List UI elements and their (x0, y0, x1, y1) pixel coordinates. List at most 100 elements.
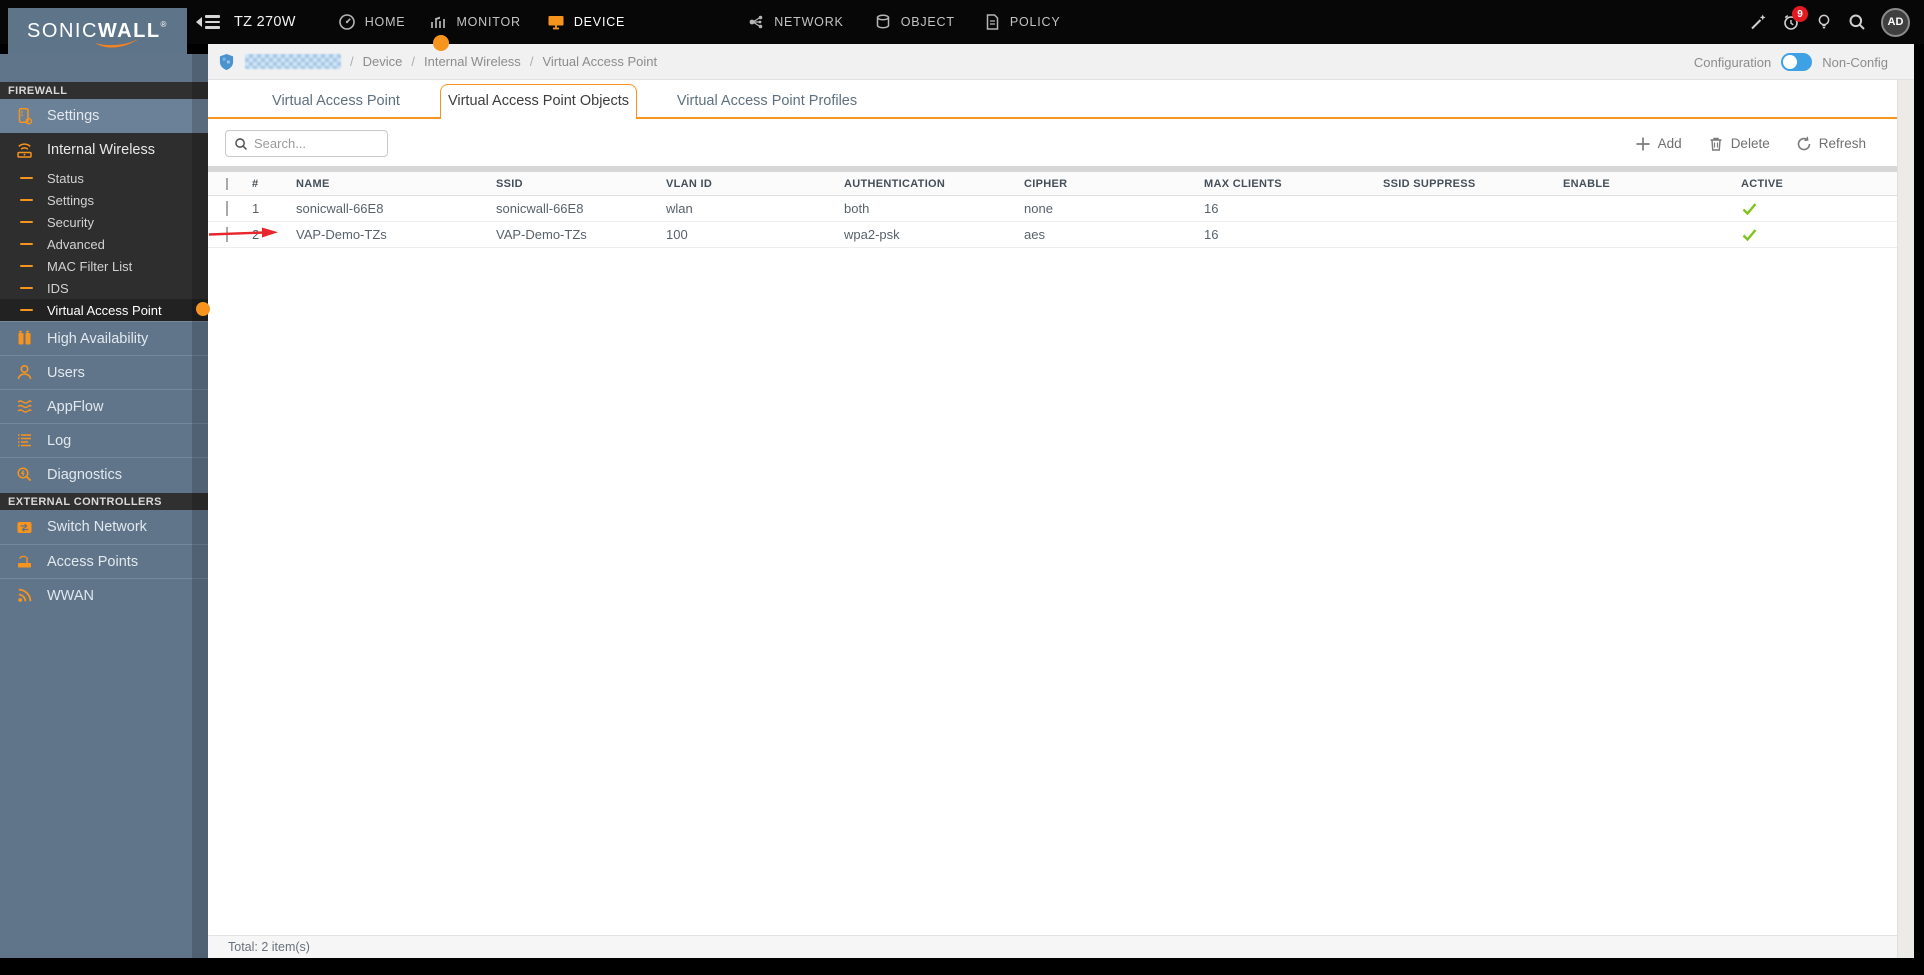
sidebar-item-mac-filter-list[interactable]: MAC Filter List (0, 255, 208, 277)
search-box (225, 130, 388, 157)
sidebar-item-wireless-settings[interactable]: Settings (0, 189, 208, 211)
main-content: Virtual Access Point Groups Virtual Acce… (208, 80, 1914, 958)
col-header-enable: ENABLE (1563, 177, 1611, 190)
log-icon (18, 434, 31, 447)
cell-cipher: none (1024, 201, 1053, 216)
cell-vlan-id: wlan (666, 201, 693, 216)
firewall-model-label: TZ 270W (234, 14, 296, 30)
dash-icon (20, 286, 33, 290)
active-check-icon (1742, 229, 1757, 242)
sidebar-section-firewall: FIREWALL (0, 82, 208, 99)
sonicwall-logo: SONICWALL® (8, 8, 187, 54)
breadcrumb-internal-wireless[interactable]: Internal Wireless (424, 54, 521, 69)
cell-max-clients: 16 (1204, 201, 1219, 216)
dash-icon (20, 220, 33, 224)
internal-wireless-icon (17, 142, 32, 158)
table-row[interactable]: 2 VAP-Demo-TZs VAP-Demo-TZs 100 wpa2-psk… (208, 222, 1897, 248)
network-icon (749, 15, 763, 29)
monitor-icon (431, 16, 446, 28)
sidebar-item-ids[interactable]: IDS (0, 277, 208, 299)
high-availability-icon (18, 330, 31, 345)
setup-wizard-icon[interactable] (1749, 13, 1767, 31)
dash-icon (20, 264, 33, 268)
sidebar-item-switch-network[interactable]: Switch Network (0, 510, 208, 544)
nav-item-object[interactable]: OBJECT (874, 13, 955, 31)
sidebar-item-internal-wireless[interactable]: Internal Wireless (0, 133, 208, 167)
tab-virtual-access-point-profiles[interactable]: Virtual Access Point Profiles (667, 84, 867, 119)
row-checkbox[interactable] (226, 227, 228, 242)
config-mode-toggle[interactable] (1781, 53, 1813, 71)
total-items-label: Total: 2 item(s) (228, 940, 310, 954)
add-button[interactable]: Add (1635, 136, 1682, 152)
nonconfig-label: Non-Config (1822, 54, 1888, 70)
settings-server-icon (18, 107, 33, 125)
sidebar-item-high-availability[interactable]: High Availability (0, 321, 208, 355)
col-header-vlan-id: VLAN ID (666, 177, 713, 190)
hamburger-icon (205, 15, 220, 29)
col-header-max-clients: MAX CLIENTS (1204, 177, 1282, 190)
col-header-cipher: CIPHER (1024, 177, 1068, 190)
refresh-button[interactable]: Refresh (1796, 136, 1866, 152)
table-header-row: # NAME SSID VLAN ID AUTHENTICATION CIPHE… (208, 172, 1897, 196)
nav-item-home[interactable]: HOME (338, 13, 406, 31)
vertical-scrollbar[interactable] (1897, 80, 1914, 958)
home-icon (338, 14, 355, 30)
nav-item-network[interactable]: NETWORK (747, 13, 844, 31)
cell-authentication: wpa2-psk (844, 227, 900, 242)
col-header-name: NAME (296, 177, 330, 190)
cell-ssid: VAP-Demo-TZs (496, 227, 587, 242)
switch-network-icon (17, 521, 32, 533)
sidebar: FIREWALL Settings Internal Wireless Stat… (0, 54, 208, 958)
cell-vlan-id: 100 (666, 227, 688, 242)
nav-item-monitor[interactable]: MONITOR (429, 13, 520, 31)
trash-icon (1710, 137, 1722, 151)
breadcrumb-device[interactable]: Device (363, 54, 403, 69)
nav-item-device[interactable]: DEVICE (547, 13, 625, 31)
sidebar-item-settings[interactable]: Settings (0, 99, 208, 133)
wwan-rss-icon (18, 588, 32, 602)
search-icon (235, 137, 247, 150)
sidebar-item-security[interactable]: Security (0, 211, 208, 233)
dash-icon (20, 198, 33, 202)
delete-button[interactable]: Delete (1708, 136, 1770, 152)
tab-virtual-access-point-groups[interactable]: Virtual Access Point Groups (250, 84, 422, 144)
search-input[interactable] (254, 136, 379, 151)
dash-icon (20, 242, 33, 246)
dash-icon (20, 176, 33, 180)
logo-swoosh-icon (95, 38, 140, 48)
select-all-checkbox[interactable] (226, 177, 228, 190)
sidebar-item-appflow[interactable]: AppFlow (0, 389, 208, 423)
cell-name: sonicwall-66E8 (296, 201, 384, 216)
col-header-authentication: AUTHENTICATION (844, 177, 946, 190)
nav-item-policy[interactable]: POLICY (983, 13, 1061, 31)
collapse-menu-icon[interactable] (196, 15, 220, 29)
access-points-icon (18, 555, 31, 568)
sonicwall-app-screen: TZ 270W HOME MONITOR DEVICE NETWORK OBJE… (0, 0, 1924, 975)
top-nav-bar: TZ 270W HOME MONITOR DEVICE NETWORK OBJE… (0, 0, 1924, 44)
cell-max-clients: 16 (1204, 227, 1219, 242)
table-row[interactable]: 1 sonicwall-66E8 sonicwall-66E8 wlan bot… (208, 196, 1897, 222)
sidebar-item-status[interactable]: Status (0, 167, 208, 189)
dash-icon (20, 308, 33, 312)
sidebar-item-virtual-access-point[interactable]: Virtual Access Point (0, 299, 208, 321)
active-check-icon (1742, 203, 1757, 216)
sidebar-item-log[interactable]: Log (0, 423, 208, 457)
collapse-arrow-icon (196, 16, 202, 27)
sidebar-item-wwan[interactable]: WWAN (0, 578, 208, 612)
lightbulb-icon[interactable] (1815, 13, 1833, 31)
user-avatar[interactable]: AD (1881, 7, 1910, 37)
sidebar-item-users[interactable]: Users (0, 355, 208, 389)
sidebar-item-diagnostics[interactable]: Diagnostics (0, 457, 208, 491)
sidebar-item-access-points[interactable]: Access Points (0, 544, 208, 578)
configuration-label: Configuration (1693, 54, 1772, 70)
notifications-clock-wrap[interactable]: 9 (1782, 6, 1808, 31)
search-icon[interactable] (1848, 13, 1866, 31)
row-checkbox[interactable] (226, 201, 228, 216)
table-footer: Total: 2 item(s) (208, 935, 1897, 958)
appflow-icon (17, 400, 32, 413)
sidebar-scrollbar[interactable] (192, 54, 208, 958)
tab-virtual-access-point-objects[interactable]: Virtual Access Point Objects (440, 84, 637, 119)
device-icon (548, 16, 564, 30)
sidebar-item-advanced[interactable]: Advanced (0, 233, 208, 255)
breadcrumb-bar: / Device / Internal Wireless / Virtual A… (208, 44, 1914, 80)
